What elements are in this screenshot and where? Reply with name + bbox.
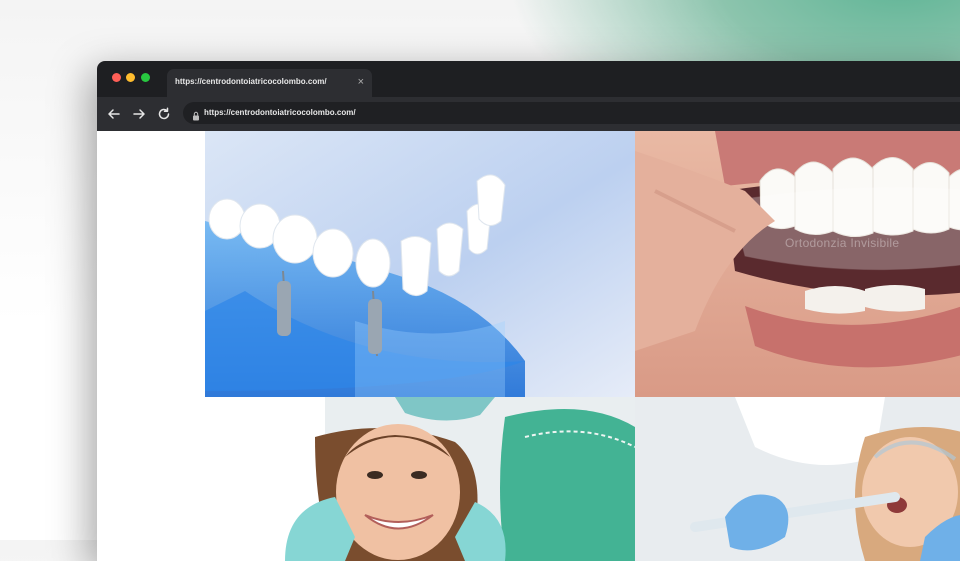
close-window-button[interactable]: [112, 73, 121, 82]
back-arrow-icon[interactable]: [106, 106, 122, 122]
browser-window: https://centrodontoiatricocolombo.com/ ×…: [97, 61, 960, 561]
browser-toolbar: https://centrodontoiatricocolombo.com/: [97, 97, 960, 131]
gallery-image-implants[interactable]: [205, 131, 635, 397]
reload-icon[interactable]: [156, 106, 172, 122]
tab-title: https://centrodontoiatricocolombo.com/: [175, 77, 327, 86]
address-bar[interactable]: https://centrodontoiatricocolombo.com/: [183, 102, 960, 124]
aligner-caption: Ortodonzia Invisibile: [785, 236, 900, 250]
forward-arrow-icon[interactable]: [131, 106, 147, 122]
gallery-image-patient[interactable]: [205, 397, 635, 561]
page-viewport: Ortodonzia Invisibile: [97, 131, 960, 561]
minimize-window-button[interactable]: [126, 73, 135, 82]
gallery-image-cleaning[interactable]: [635, 397, 960, 561]
gallery-image-aligner[interactable]: Ortodonzia Invisibile: [635, 131, 960, 397]
url-text[interactable]: https://centrodontoiatricocolombo.com/: [204, 108, 356, 117]
browser-tab[interactable]: https://centrodontoiatricocolombo.com/ ×: [167, 69, 372, 97]
browser-titlebar: https://centrodontoiatricocolombo.com/ ×: [97, 61, 960, 97]
close-icon[interactable]: ×: [358, 75, 364, 89]
maximize-window-button[interactable]: [141, 73, 150, 82]
lock-icon[interactable]: [192, 108, 200, 121]
